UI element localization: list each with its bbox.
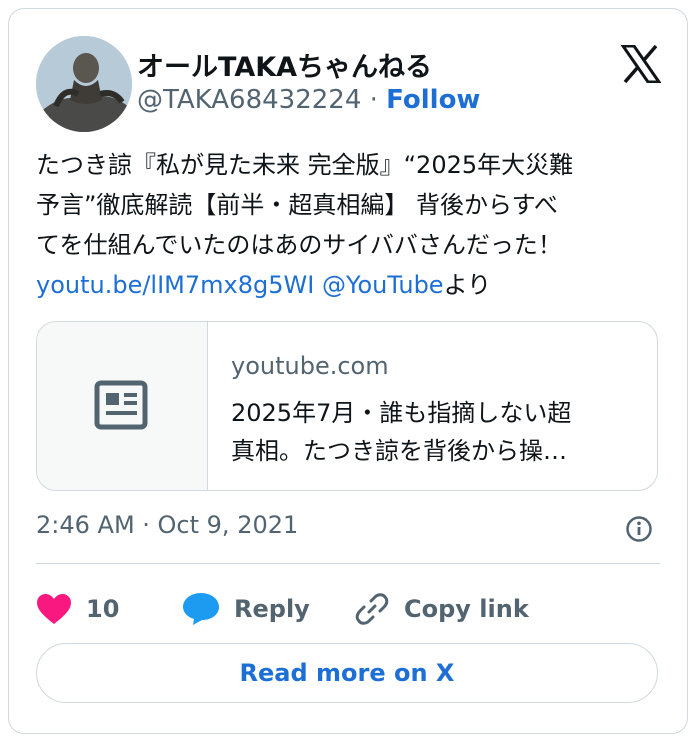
copy-link-button[interactable]: Copy link (354, 587, 529, 631)
separator: · (369, 85, 378, 115)
handle[interactable]: @TAKA68432224 (137, 85, 361, 115)
article-icon (94, 380, 148, 430)
x-logo-icon[interactable] (621, 45, 661, 83)
speech-bubble-icon (183, 593, 219, 625)
info-icon[interactable] (625, 515, 653, 543)
youtube-link[interactable]: youtu.be/lIM7mx8g5WI (36, 271, 314, 299)
link-title: 2025年7月・誰も指摘しない超 真相。たつき諒を背後から操… (231, 394, 641, 470)
action-bar: 10 Reply Copy link (36, 587, 660, 631)
tweet-line: たつき諒『私が見た未来 完全版』“2025年大災難 (36, 151, 574, 179)
tweet-card: オールTAKAちゃんねる @TAKA68432224 · Follow たつき諒… (8, 8, 688, 734)
statue-avatar-image (36, 36, 132, 132)
reply-label: Reply (234, 595, 310, 623)
timestamp[interactable]: 2:46 AM · Oct 9, 2021 (36, 511, 298, 539)
avatar[interactable] (36, 36, 132, 132)
divider (36, 563, 660, 564)
link-domain: youtube.com (231, 352, 389, 380)
reply-button[interactable]: Reply (182, 587, 310, 631)
handle-row: @TAKA68432224 · Follow (137, 85, 480, 115)
follow-button[interactable]: Follow (386, 85, 480, 115)
tweet-text: たつき諒『私が見た未来 完全版』“2025年大災難 予言”徹底解読【前半・超真相… (36, 145, 666, 305)
tweet-suffix: より (443, 271, 492, 299)
tweet-line: 予言”徹底解読【前半・超真相編】 背後からすべ (36, 191, 558, 219)
copy-link-label: Copy link (404, 595, 529, 623)
read-more-button[interactable]: Read more on X (36, 643, 658, 703)
like-button[interactable]: 10 (36, 587, 119, 631)
link-icon (355, 593, 389, 625)
link-preview-card[interactable]: youtube.com 2025年7月・誰も指摘しない超 真相。たつき諒を背後か… (36, 321, 658, 491)
link-title-line: 2025年7月・誰も指摘しない超 (231, 399, 572, 427)
link-title-line: 真相。たつき諒を背後から操… (231, 437, 567, 465)
heart-icon (37, 594, 71, 624)
tweet-link-line: youtu.be/lIM7mx8g5WI @YouTubeより (36, 265, 666, 305)
like-count: 10 (86, 595, 120, 623)
link-preview-thumbnail (37, 322, 208, 490)
tweet-line: てを仕組んでいたのはあのサイババさんだった！ (36, 231, 562, 259)
mention-link[interactable]: @YouTube (322, 271, 444, 299)
display-name[interactable]: オールTAKAちゃんねる (137, 45, 432, 84)
